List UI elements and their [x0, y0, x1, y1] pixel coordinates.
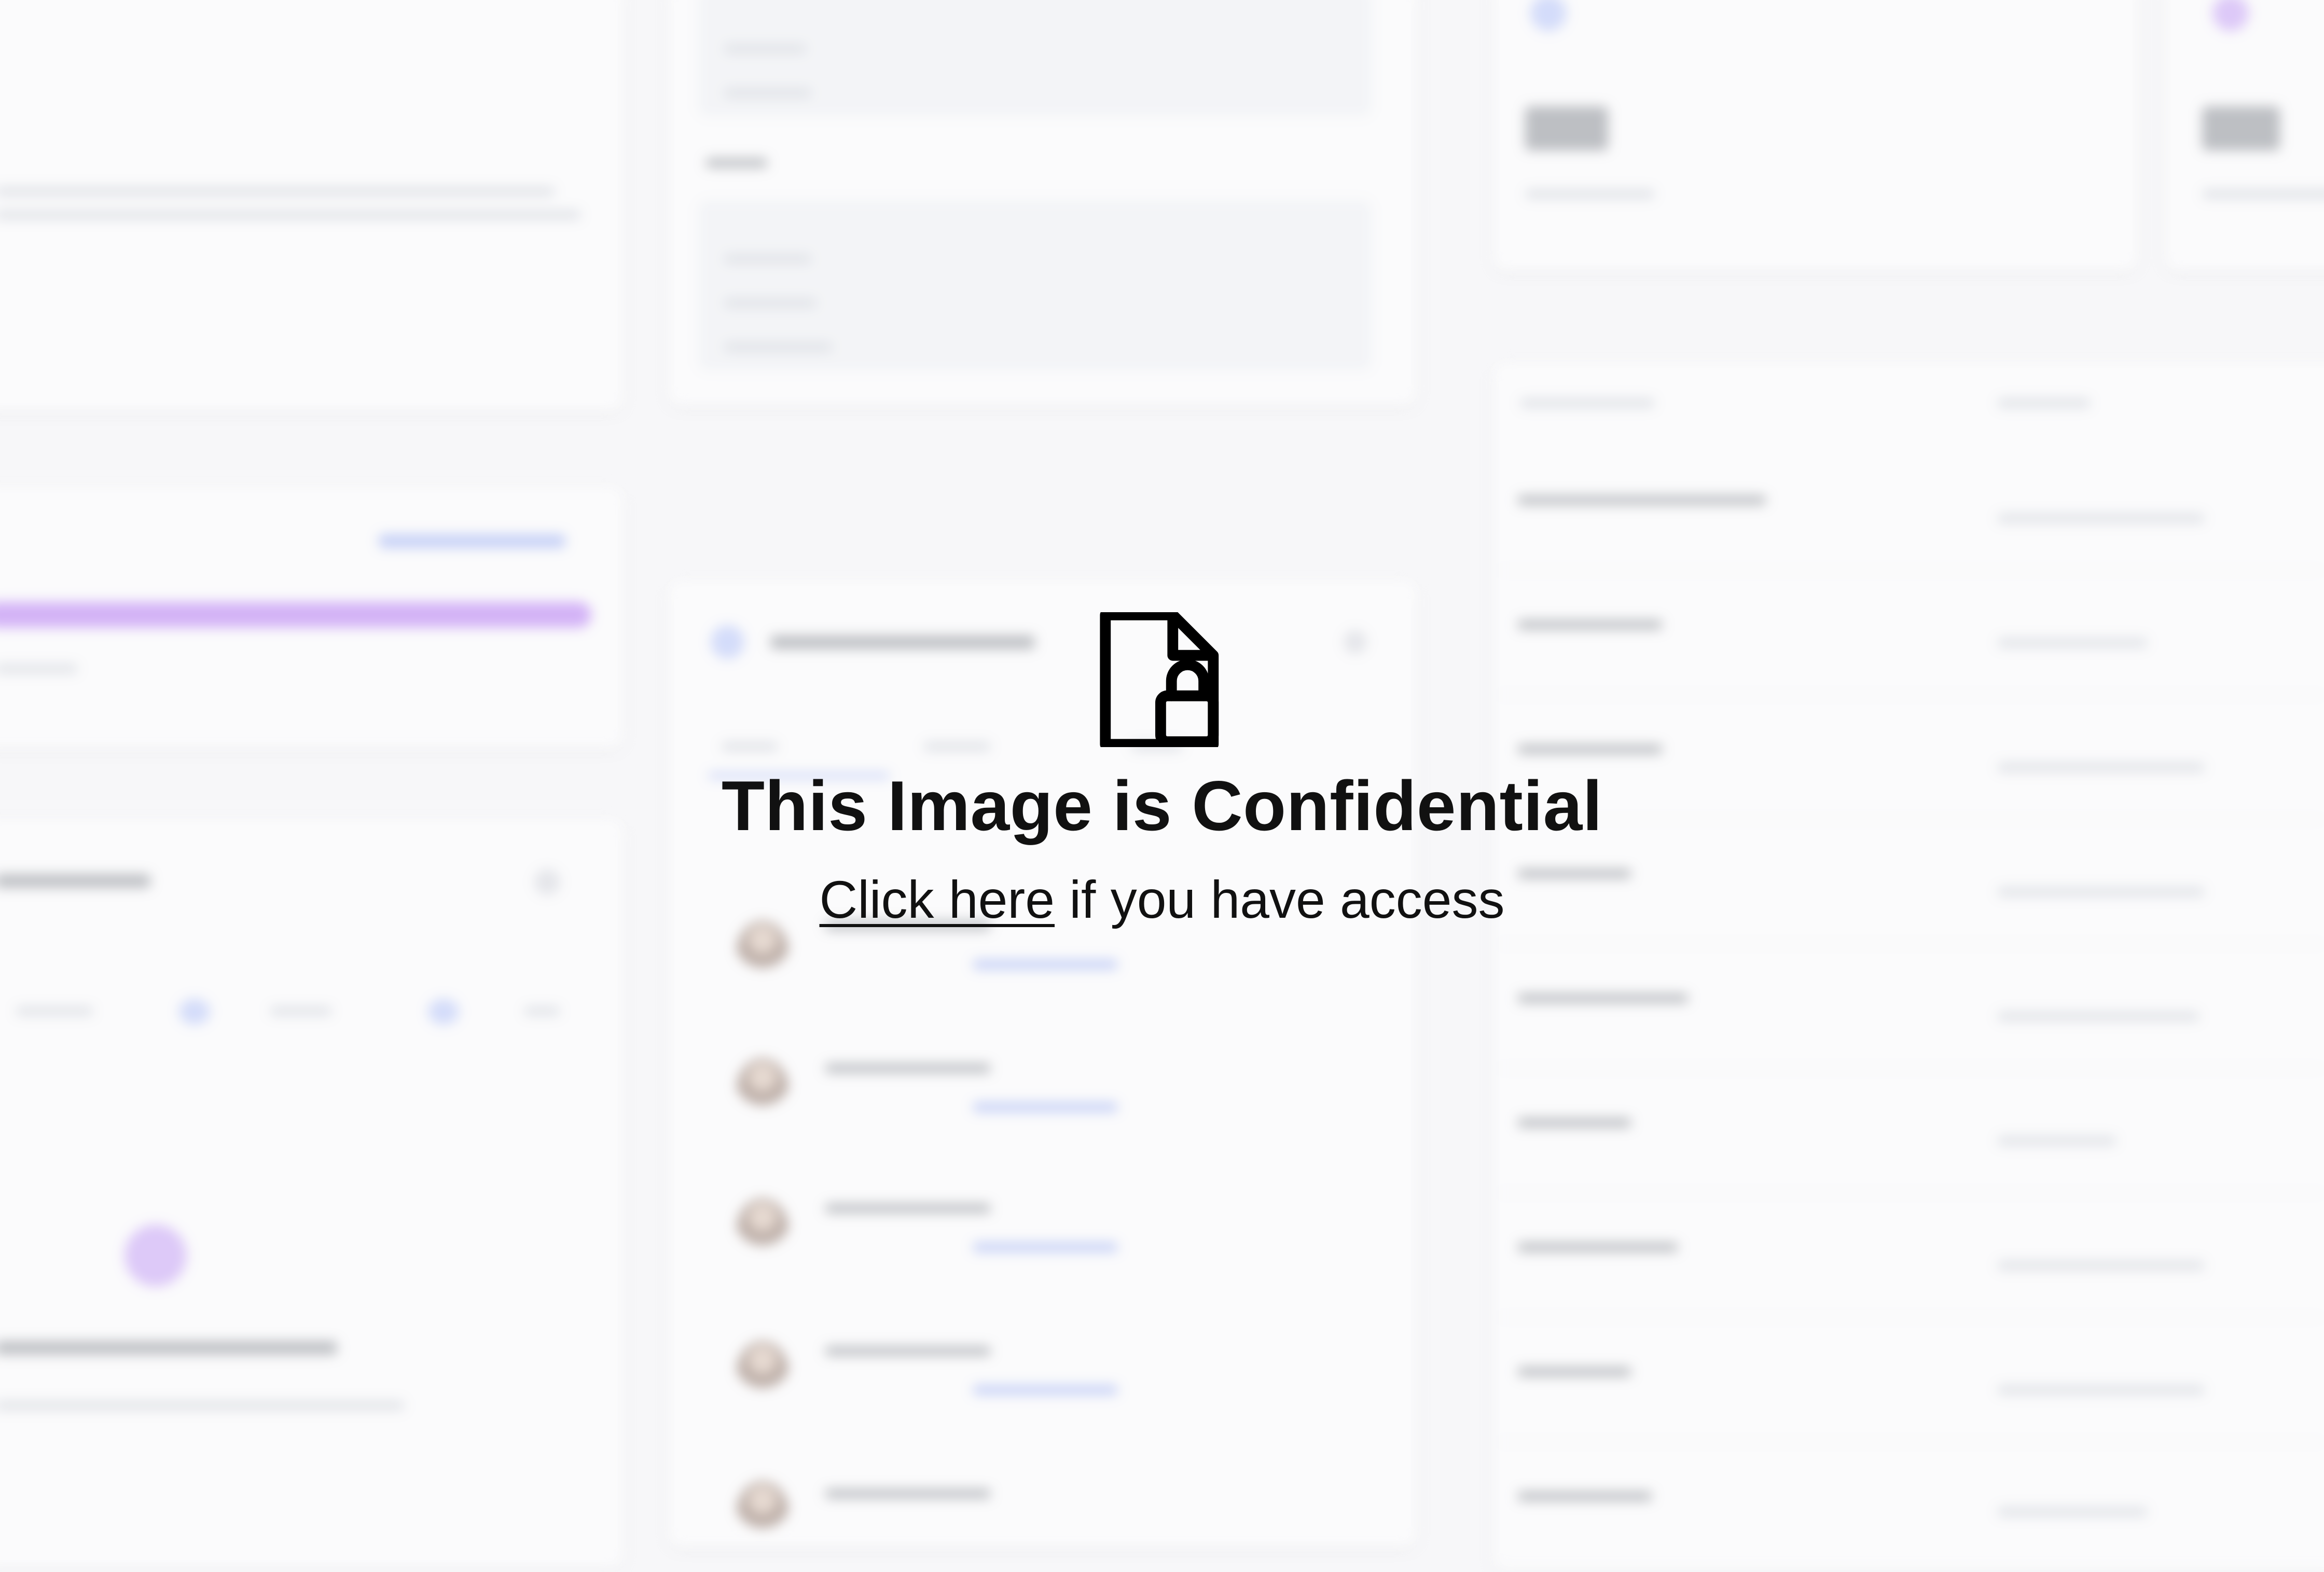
access-message-suffix: if you have access — [1069, 870, 1505, 930]
confidential-overlay: This Image is Confidential Click here if… — [0, 0, 2324, 1536]
access-link[interactable]: Click here — [820, 870, 1055, 929]
confidential-title: This Image is Confidential — [721, 766, 1603, 845]
locked-document-icon — [1100, 612, 1219, 747]
access-message: Click here if you have access — [820, 871, 1505, 929]
